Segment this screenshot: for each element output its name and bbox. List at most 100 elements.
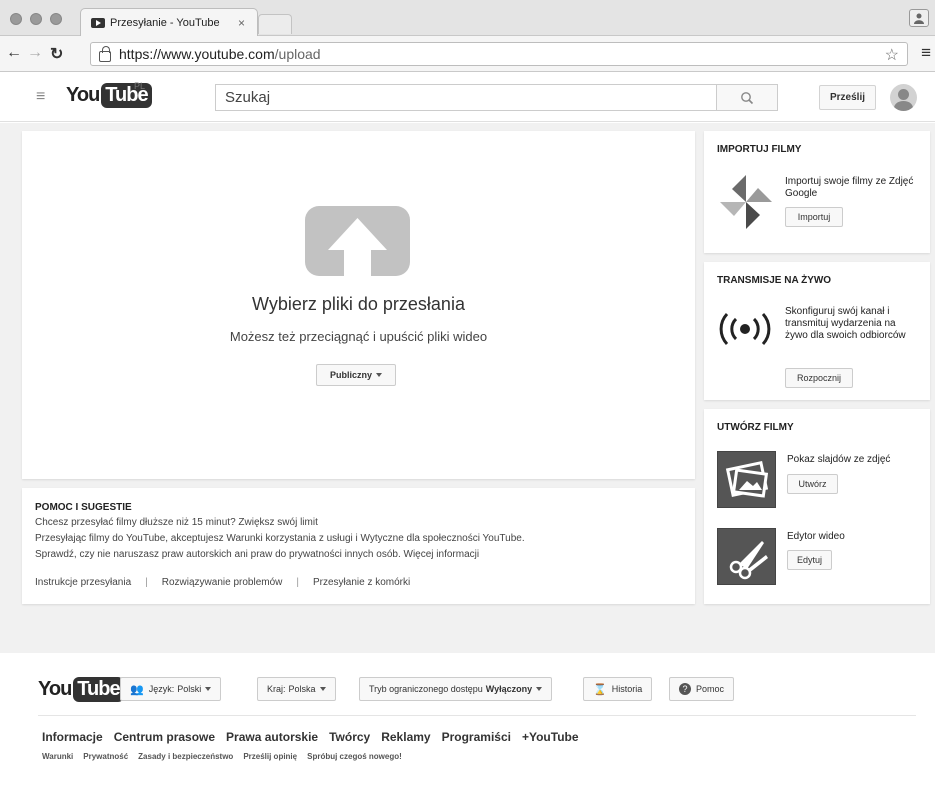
import-card: IMPORTUJ FILMY Importuj swoje filmy ze Z… bbox=[704, 131, 930, 253]
import-button[interactable]: Importuj bbox=[785, 207, 843, 227]
chevron-down-icon bbox=[536, 687, 543, 691]
footer-divider bbox=[38, 715, 916, 716]
import-text: Importuj swoje filmy ze Zdjęć Google bbox=[785, 176, 914, 199]
footer-link[interactable]: +YouTube bbox=[522, 730, 579, 744]
video-editor-label: Edytor wideo bbox=[787, 531, 845, 542]
create-card: UTWÓRZ FILMY Pokaz slajdów ze zdjęć Utwó… bbox=[704, 409, 930, 604]
restricted-value: Wyłączony bbox=[485, 684, 533, 694]
upload-subtitle: Możesz też przeciągnąć i upuścić pliki w… bbox=[229, 329, 488, 344]
help-line: Chcesz przesyłać filmy dłuższe niż 15 mi… bbox=[35, 517, 318, 528]
chevron-down-icon bbox=[376, 373, 382, 377]
help-label: Pomoc bbox=[696, 684, 725, 694]
link-separator: | bbox=[296, 577, 299, 588]
new-tab-button[interactable] bbox=[258, 14, 292, 34]
upload-arrow-icon[interactable] bbox=[305, 206, 410, 276]
country-dropdown[interactable]: Kraj: Polska bbox=[257, 677, 336, 701]
chevron-down-icon bbox=[319, 687, 326, 691]
footer-link[interactable]: Twórcy bbox=[329, 730, 370, 744]
footer-link[interactable]: Reklamy bbox=[381, 730, 430, 744]
back-icon[interactable]: ← bbox=[6, 44, 22, 62]
footer-youtube-logo[interactable]: You Tube bbox=[38, 677, 124, 702]
bookmark-star-icon[interactable]: ☆ bbox=[885, 45, 899, 65]
help-line: Sprawdź, czy nie naruszasz praw autorski… bbox=[35, 549, 480, 560]
guide-menu-icon[interactable]: ≡ bbox=[36, 88, 45, 106]
help-icon: ? bbox=[679, 683, 691, 695]
search-button[interactable] bbox=[716, 84, 778, 111]
footer-link[interactable]: Centrum prasowe bbox=[114, 730, 215, 744]
search-input[interactable]: Szukaj bbox=[215, 84, 717, 111]
restricted-mode-dropdown[interactable]: Tryb ograniczonego dostępu Wyłączony bbox=[359, 677, 553, 701]
youtube-favicon-icon bbox=[91, 17, 105, 28]
footer-link[interactable]: Prawa autorskie bbox=[226, 730, 318, 744]
minimize-window-button[interactable] bbox=[30, 13, 42, 25]
footer: You Tube 👥 Język: Polski Kraj: Polska Tr… bbox=[0, 653, 935, 787]
logo-country-code: PL bbox=[134, 81, 146, 91]
link-separator: | bbox=[145, 577, 148, 588]
upload-title: Wybierz pliki do przesłania bbox=[252, 294, 465, 314]
help-link-mobile-upload[interactable]: Przesyłanie z komórki bbox=[313, 577, 410, 588]
avatar[interactable] bbox=[890, 84, 917, 111]
country-value: Polska bbox=[288, 684, 316, 694]
maximize-window-button[interactable] bbox=[50, 13, 62, 25]
help-links: Instrukcje przesyłania | Rozwiązywanie p… bbox=[35, 577, 410, 588]
privacy-value: Publiczny bbox=[329, 370, 372, 380]
footer-small-link[interactable]: Warunki bbox=[42, 752, 73, 761]
video-editor-icon[interactable] bbox=[717, 528, 776, 585]
restricted-label: Tryb ograniczonego dostępu bbox=[369, 684, 483, 694]
footer-link[interactable]: Informacje bbox=[42, 730, 103, 744]
footer-small-link[interactable]: Prywatność bbox=[83, 752, 128, 761]
create-title: UTWÓRZ FILMY bbox=[717, 422, 794, 433]
close-window-button[interactable] bbox=[10, 13, 22, 25]
browser-menu-icon[interactable]: ≡ bbox=[921, 43, 931, 63]
help-button[interactable]: ? Pomoc bbox=[669, 677, 735, 701]
tab-title: Przesyłanie - YouTube bbox=[110, 16, 220, 29]
footer-small-link[interactable]: Zasady i bezpieczeństwo bbox=[138, 752, 233, 761]
reload-icon[interactable]: ↻ bbox=[50, 44, 63, 64]
lock-icon bbox=[99, 45, 111, 62]
help-link-troubleshooting[interactable]: Rozwiązywanie problemów bbox=[162, 577, 283, 588]
help-card: POMOC I SUGESTIE Chcesz przesyłać filmy … bbox=[22, 488, 695, 604]
slideshow-icon[interactable] bbox=[717, 451, 776, 508]
language-label: Język: bbox=[148, 684, 175, 694]
chevron-down-icon bbox=[205, 687, 212, 691]
language-value: Polski bbox=[177, 684, 202, 694]
footer-small-link[interactable]: Prześlij opinię bbox=[243, 752, 297, 761]
url-host: https://www.youtube.com bbox=[119, 46, 275, 62]
forward-icon[interactable]: → bbox=[27, 44, 43, 62]
address-bar[interactable]: https://www.youtube.com/upload ☆ bbox=[90, 42, 908, 66]
history-button[interactable]: ⌛ Historia bbox=[583, 677, 653, 701]
youtube-header: ≡ You Tube PL Szukaj Prześlij bbox=[0, 72, 935, 122]
privacy-dropdown[interactable]: Publiczny bbox=[316, 364, 396, 386]
live-text: Skonfiguruj swój kanał i transmituj wyda… bbox=[785, 306, 906, 341]
language-dropdown[interactable]: 👥 Język: Polski bbox=[120, 677, 222, 701]
create-slideshow-button[interactable]: Utwórz bbox=[787, 474, 838, 494]
start-live-button[interactable]: Rozpocznij bbox=[785, 368, 853, 388]
footer-link[interactable]: Programiści bbox=[442, 730, 511, 744]
browser-toolbar: ← → ↻ https://www.youtube.com/upload ☆ ≡ bbox=[0, 36, 935, 72]
browser-tab[interactable]: Przesyłanie - YouTube × bbox=[80, 8, 258, 36]
footer-small-link[interactable]: Spróbuj czegoś nowego! bbox=[307, 752, 402, 761]
tab-close-icon[interactable]: × bbox=[238, 16, 245, 30]
hourglass-icon: ⌛ bbox=[593, 683, 607, 696]
help-title: POMOC I SUGESTIE bbox=[35, 502, 132, 513]
search-icon bbox=[741, 91, 754, 104]
live-title: TRANSMISJE NA ŻYWO bbox=[717, 275, 832, 286]
footer-links: Informacje Centrum prasowe Prawa autorsk… bbox=[42, 730, 579, 744]
logo-you: You bbox=[38, 678, 72, 700]
live-card: TRANSMISJE NA ŻYWO Skonfiguruj swój kana… bbox=[704, 262, 930, 400]
profile-icon[interactable] bbox=[909, 9, 929, 27]
google-photos-pinwheel-icon bbox=[720, 175, 772, 229]
slideshow-label: Pokaz slajdów ze zdjęć bbox=[787, 454, 891, 465]
upload-dropzone[interactable]: Wybierz pliki do przesłania Możesz też p… bbox=[22, 131, 695, 479]
url-path: /upload bbox=[274, 46, 321, 62]
logo-you: You bbox=[66, 84, 100, 106]
help-line: Przesyłając filmy do YouTube, akceptujes… bbox=[35, 533, 525, 544]
help-link-upload-instructions[interactable]: Instrukcje przesyłania bbox=[35, 577, 131, 588]
logo-tube: Tube bbox=[73, 677, 124, 702]
upload-button[interactable]: Prześlij bbox=[819, 85, 876, 110]
edit-video-button[interactable]: Edytuj bbox=[787, 550, 832, 570]
live-broadcast-icon bbox=[719, 312, 771, 346]
browser-tab-bar: Przesyłanie - YouTube × bbox=[0, 0, 935, 36]
country-label: Kraj: bbox=[267, 684, 286, 694]
footer-small-links: Warunki Prywatność Zasady i bezpieczeńst… bbox=[42, 752, 402, 761]
